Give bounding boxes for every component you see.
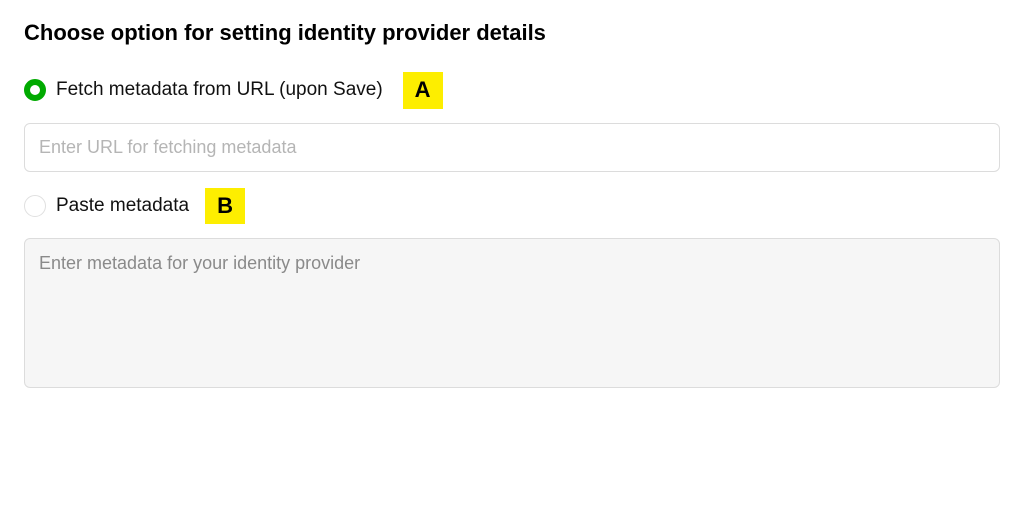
section-heading: Choose option for setting identity provi…: [24, 20, 1000, 46]
annotation-a: A: [403, 72, 443, 109]
metadata-url-input[interactable]: [24, 123, 1000, 172]
annotation-b: B: [205, 188, 245, 225]
metadata-textarea[interactable]: [24, 238, 1000, 388]
option-row-paste: Paste metadata B: [24, 188, 1000, 225]
radio-paste-metadata[interactable]: [24, 195, 46, 217]
option-label-fetch: Fetch metadata from URL (upon Save): [56, 79, 383, 101]
option-row-fetch: Fetch metadata from URL (upon Save) A: [24, 72, 1000, 109]
option-label-paste: Paste metadata: [56, 195, 189, 217]
radio-fetch-url[interactable]: [24, 79, 46, 101]
